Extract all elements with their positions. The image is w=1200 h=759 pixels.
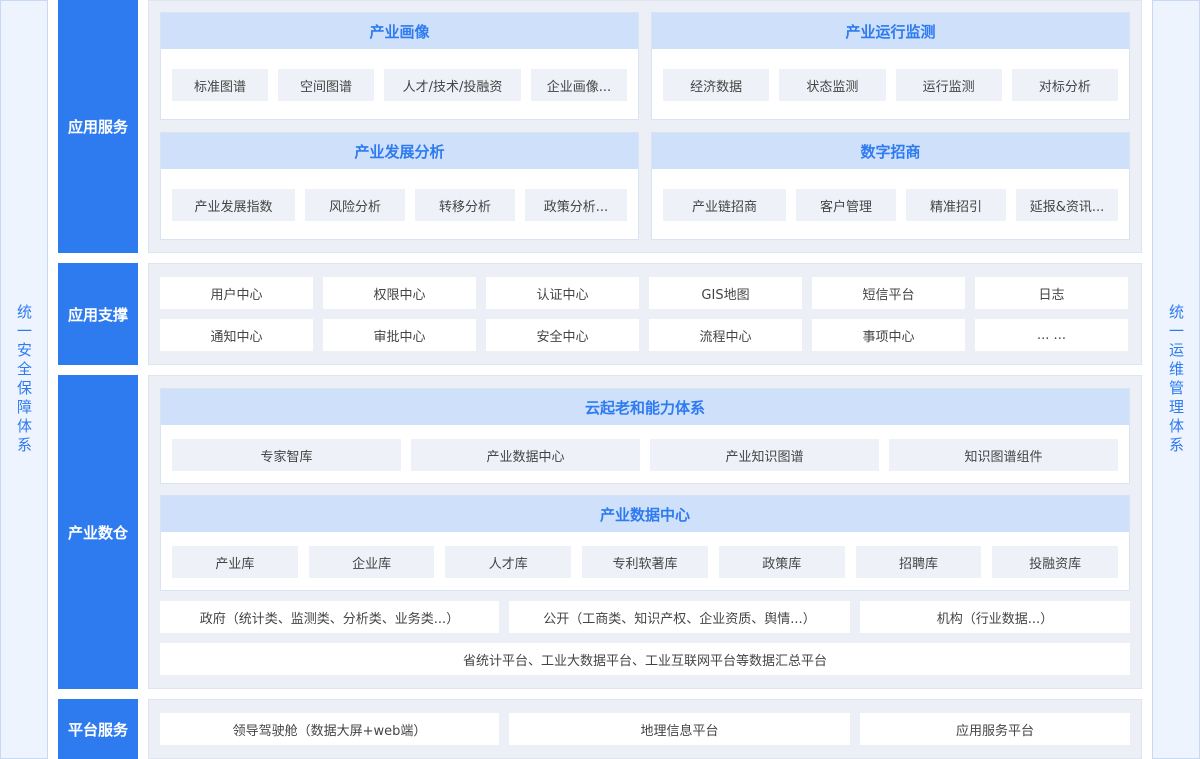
- chip[interactable]: 产业知识图谱: [650, 439, 879, 471]
- layer-label-text: 平台服务: [67, 720, 128, 739]
- platform-item-cockpit[interactable]: 领导驾驶舱（数据大屏+web端）: [160, 713, 499, 745]
- support-item[interactable]: 用户中心: [160, 277, 313, 309]
- chip[interactable]: 政策库: [718, 546, 845, 578]
- card-industry-portrait: 产业画像 标准图谱 空间图谱 人才/技术/投融资 企业画像...: [160, 12, 639, 120]
- operations-system-bar: 统一运维管理体系: [1152, 0, 1200, 759]
- chip[interactable]: 招聘库: [855, 546, 982, 578]
- support-item[interactable]: 安全中心: [486, 319, 639, 351]
- layer-platform-service: 领导驾驶舱（数据大屏+web端） 地理信息平台 应用服务平台: [148, 699, 1142, 759]
- chip[interactable]: 产业数据中心: [411, 439, 640, 471]
- chip[interactable]: 企业库: [308, 546, 435, 578]
- chip[interactable]: 知识图谱组件: [889, 439, 1118, 471]
- chip[interactable]: 转移分析: [415, 189, 515, 221]
- chip[interactable]: 专利软著库: [582, 546, 708, 578]
- layer-label-text: 应用服务: [67, 118, 128, 136]
- chip[interactable]: 状态监测: [779, 69, 886, 101]
- layer-label-warehouse: 产业数仓: [58, 375, 138, 689]
- card-title: 产业画像: [161, 13, 638, 49]
- chip[interactable]: 产业链招商: [663, 189, 786, 221]
- support-item[interactable]: 审批中心: [323, 319, 476, 351]
- chip[interactable]: 企业画像...: [531, 69, 627, 101]
- chip[interactable]: 延报&资讯...: [1016, 189, 1118, 221]
- chip[interactable]: 经济数据: [663, 69, 770, 101]
- chip[interactable]: 精准招引: [906, 189, 1006, 221]
- support-item[interactable]: 短信平台: [812, 277, 965, 309]
- data-aggregation-platform[interactable]: 省统计平台、工业大数据平台、工业互联网平台等数据汇总平台: [160, 643, 1130, 675]
- chip[interactable]: 人才库: [445, 546, 572, 578]
- card-industry-monitoring: 产业运行监测 经济数据 状态监测 运行监测 对标分析: [651, 12, 1130, 120]
- support-item[interactable]: 权限中心: [323, 277, 476, 309]
- layer-app-support: 用户中心 权限中心 认证中心 GIS地图 短信平台 日志 通知中心 审批中心 安…: [148, 263, 1142, 365]
- card-industry-data-center: 产业数据中心 产业库 企业库 人才库 专利软著库 政策库 招聘库 投融资库: [160, 495, 1130, 591]
- support-item[interactable]: 通知中心: [160, 319, 313, 351]
- platform-item-gis[interactable]: 地理信息平台: [509, 713, 850, 745]
- card-capability-system: 云起老和能力体系 专家智库 产业数据中心 产业知识图谱 知识图谱组件: [160, 388, 1130, 484]
- support-item[interactable]: 事项中心: [812, 319, 965, 351]
- card-title: 数字招商: [652, 133, 1129, 169]
- layer-warehouse: 云起老和能力体系 专家智库 产业数据中心 产业知识图谱 知识图谱组件 产业数据中…: [148, 375, 1142, 689]
- card-title: 云起老和能力体系: [161, 389, 1129, 425]
- chip[interactable]: 标准图谱: [172, 69, 268, 101]
- security-system-bar: 统一安全保障体系: [0, 0, 48, 759]
- card-title: 产业发展分析: [161, 133, 638, 169]
- card-title: 产业数据中心: [161, 496, 1129, 532]
- data-source-public[interactable]: 公开（工商类、知识产权、企业资质、舆情...）: [509, 601, 850, 633]
- layer-label-text: 应用支撑: [67, 305, 128, 324]
- layer-label-app-support: 应用支撑: [58, 263, 138, 365]
- chip[interactable]: 对标分析: [1011, 69, 1118, 101]
- layer-label-app-service: 应用服务: [58, 0, 138, 253]
- chip[interactable]: 政策分析...: [525, 189, 627, 221]
- support-item[interactable]: 流程中心: [649, 319, 802, 351]
- support-item[interactable]: 认证中心: [486, 277, 639, 309]
- support-item[interactable]: 日志: [975, 277, 1128, 309]
- chip[interactable]: 客户管理: [796, 189, 896, 221]
- card-title: 产业运行监测: [652, 13, 1129, 49]
- chip[interactable]: 专家智库: [172, 439, 401, 471]
- layer-label-text: 产业数仓: [67, 523, 128, 542]
- card-industry-development: 产业发展分析 产业发展指数 风险分析 转移分析 政策分析...: [160, 132, 639, 240]
- chip[interactable]: 空间图谱: [278, 69, 374, 101]
- data-source-government[interactable]: 政府（统计类、监测类、分析类、业务类...）: [160, 601, 499, 633]
- support-item[interactable]: GIS地图: [649, 277, 802, 309]
- data-source-institution[interactable]: 机构（行业数据...）: [860, 601, 1130, 633]
- layer-app-service: 产业画像 标准图谱 空间图谱 人才/技术/投融资 企业画像... 产业运行监测 …: [148, 0, 1142, 253]
- security-system-label: 统一安全保障体系: [15, 303, 33, 456]
- chip[interactable]: 产业库: [172, 546, 298, 578]
- chip[interactable]: 风险分析: [305, 189, 405, 221]
- chip[interactable]: 运行监测: [895, 69, 1002, 101]
- operations-system-label: 统一运维管理体系: [1167, 303, 1185, 456]
- chip[interactable]: 产业发展指数: [172, 189, 295, 221]
- chip[interactable]: 投融资库: [992, 546, 1119, 578]
- support-item[interactable]: ... ...: [975, 319, 1128, 351]
- card-digital-investment: 数字招商 产业链招商 客户管理 精准招引 延报&资讯...: [651, 132, 1130, 240]
- layer-label-platform-service: 平台服务: [58, 699, 138, 759]
- platform-item-app-service[interactable]: 应用服务平台: [860, 713, 1130, 745]
- chip[interactable]: 人才/技术/投融资: [384, 69, 521, 101]
